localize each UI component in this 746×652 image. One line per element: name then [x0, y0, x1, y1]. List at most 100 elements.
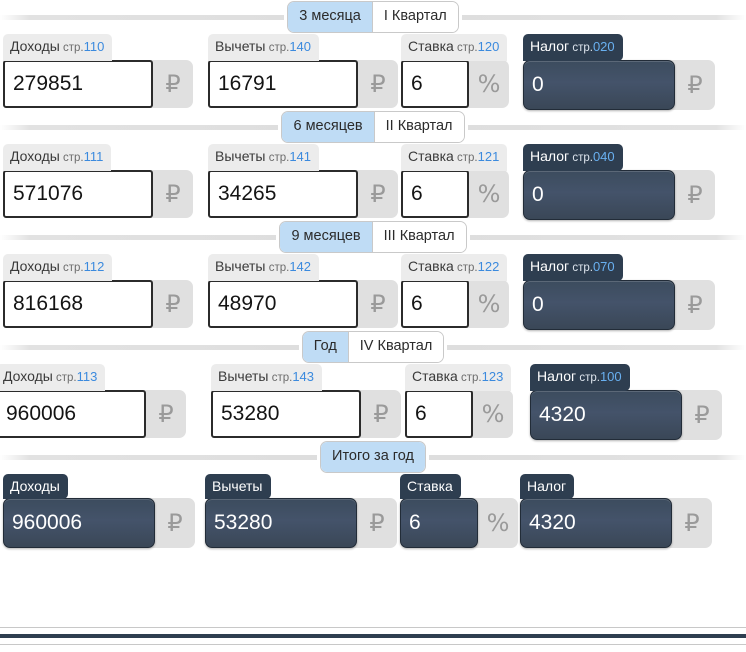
- label-text: Ставка: [408, 258, 454, 274]
- field-deduction-q1: Вычеты стр.140 16791 ₽: [208, 34, 398, 108]
- tab-q4-1[interactable]: IV Квартал: [347, 332, 444, 362]
- tab-q3-0[interactable]: 9 месяцев: [280, 222, 372, 252]
- field-label-tax-q3: Налог стр.070: [523, 254, 623, 281]
- ruble-icon: ₽: [370, 289, 386, 318]
- percent-icon: %: [477, 179, 501, 208]
- field-label-rate-q4: Ставка стр.123: [405, 364, 512, 391]
- page-ref: стр.111: [59, 149, 104, 164]
- section-separator-q1: 3 месяца I Квартал: [0, 0, 746, 34]
- input-rate-q3[interactable]: 6: [401, 279, 469, 328]
- tab-q1-0[interactable]: 3 месяца: [288, 2, 372, 32]
- section-separator-q2: 6 месяцев II Квартал: [0, 110, 746, 144]
- input-group-tax-q4: 4320 ₽: [530, 389, 722, 440]
- label-text: Вычеты: [215, 148, 266, 164]
- label-text: Ставка: [412, 368, 458, 384]
- tab-q3-1[interactable]: III Квартал: [371, 222, 466, 252]
- input-income-q4[interactable]: 960006: [0, 389, 146, 438]
- input-income-q2[interactable]: 571076: [3, 169, 153, 218]
- field-label-income-q2: Доходы стр.111: [3, 144, 112, 171]
- field-rate-q3: Ставка стр.122 6%: [401, 254, 509, 328]
- page-number: 040: [592, 149, 615, 164]
- label-text: Налог: [530, 258, 570, 274]
- page-number: 142: [289, 259, 312, 274]
- page-number: 020: [592, 39, 615, 54]
- percent-icon: %: [486, 509, 510, 537]
- period-tabs-q2: 6 месяцев II Квартал: [281, 111, 465, 143]
- input-rate-q1[interactable]: 6: [401, 59, 469, 108]
- page-ref: стр.141: [265, 149, 312, 164]
- page-number: 070: [592, 259, 615, 274]
- field-rate-q2: Ставка стр.121 6%: [401, 144, 509, 218]
- input-income-q1[interactable]: 279851: [3, 59, 153, 108]
- ruble-icon: ₽: [369, 509, 385, 537]
- field-income-q4: Доходы стр.113 960006 ₽: [0, 364, 186, 438]
- input-group-rate-q1: 6%: [401, 59, 509, 108]
- page-number: 112: [83, 259, 105, 274]
- field-tax-q1: Налог стр.020 0 ₽: [523, 34, 715, 110]
- field-label-rate-q1: Ставка стр.120: [401, 34, 508, 61]
- label-text: Доходы: [10, 258, 60, 274]
- label-text: Доходы: [10, 148, 60, 164]
- page-ref: стр.100: [576, 369, 622, 384]
- input-group-tax-q1: 0 ₽: [523, 59, 715, 110]
- page-number: 140: [289, 39, 312, 54]
- field-income-q3: Доходы стр.112 816168 ₽: [3, 254, 193, 328]
- page-ref: стр.143: [268, 369, 315, 384]
- percent-icon: %: [477, 289, 501, 318]
- tab-q1-1[interactable]: I Квартал: [371, 2, 458, 32]
- input-deduction-q1[interactable]: 16791: [208, 59, 358, 108]
- input-income-q3[interactable]: 816168: [3, 279, 153, 328]
- page-ref: стр.123: [457, 369, 504, 384]
- input-rate-q2[interactable]: 6: [401, 169, 469, 218]
- input-group-rate-q4: 6%: [405, 389, 513, 438]
- input-tax-q2: 0: [523, 169, 675, 220]
- tab-q4-0[interactable]: Год: [302, 332, 348, 362]
- input-group-tax-q3: 0 ₽: [523, 279, 715, 330]
- input-rate-q4[interactable]: 6: [405, 389, 473, 438]
- field-label-deduction-q1: Вычеты стр.140: [208, 34, 320, 61]
- tab-q2-0[interactable]: 6 месяцев: [282, 112, 374, 142]
- label-text: Ставка: [407, 478, 453, 494]
- input-group-rate-total: 6%: [400, 498, 518, 548]
- sections-container: 3 месяца I Квартал Доходы стр.110 279851 ₽ Вы…: [0, 0, 746, 550]
- field-label-deduction-q4: Вычеты стр.143: [211, 364, 323, 391]
- tax-calculator-page: 3 месяца I Квартал Доходы стр.110 279851 ₽ Вы…: [0, 0, 746, 652]
- ruble-icon: ₽: [165, 179, 181, 208]
- input-group-income-q3: 816168 ₽: [3, 279, 193, 328]
- ruble-icon: ₽: [167, 509, 183, 537]
- label-text: Вычеты: [215, 258, 266, 274]
- section-separator-q3: 9 месяцев III Квартал: [0, 220, 746, 254]
- field-label-income-q3: Доходы стр.112: [3, 254, 113, 281]
- field-deduction-q3: Вычеты стр.142 48970 ₽: [208, 254, 398, 328]
- page-number: 143: [292, 369, 315, 384]
- label-text: Налог: [537, 368, 577, 384]
- section-separator-total: Итого за год: [0, 440, 746, 474]
- field-label-deduction-q2: Вычеты стр.141: [208, 144, 320, 171]
- tab-total-0[interactable]: Итого за год: [321, 442, 425, 472]
- period-tabs-q1: 3 месяца I Квартал: [287, 1, 459, 33]
- input-tax-q4: 4320: [530, 389, 682, 440]
- page-ref: стр.120: [453, 39, 500, 54]
- ruble-icon: ₽: [687, 70, 703, 99]
- field-label-rate-q2: Ставка стр.121: [401, 144, 508, 171]
- field-income-q2: Доходы стр.111 571076 ₽: [3, 144, 193, 218]
- field-label-rate-q3: Ставка стр.122: [401, 254, 508, 281]
- field-deduction-q4: Вычеты стр.143 53280 ₽: [211, 364, 401, 438]
- field-income-q1: Доходы стр.110 279851 ₽: [3, 34, 193, 108]
- input-deduction-q3[interactable]: 48970: [208, 279, 358, 328]
- fields-row-q4: Доходы стр.113 960006 ₽ Вычеты стр.143 53280…: [0, 364, 746, 440]
- input-group-rate-q2: 6%: [401, 169, 509, 218]
- field-tax-total: Налог 4320 ₽: [520, 474, 712, 548]
- field-label-tax-q2: Налог стр.040: [523, 144, 623, 171]
- input-group-income-q2: 571076 ₽: [3, 169, 193, 218]
- label-text: Доходы: [10, 38, 60, 54]
- fields-row-total: Доходы 960006 ₽ Вычеты 53280 ₽ Ставка 6% Налог 43…: [0, 474, 746, 550]
- page-number: 111: [83, 149, 104, 164]
- input-deduction-q2[interactable]: 34265: [208, 169, 358, 218]
- page-number: 141: [289, 149, 312, 164]
- input-deduction-q4[interactable]: 53280: [211, 389, 361, 438]
- field-tax-q4: Налог стр.100 4320 ₽: [530, 364, 722, 440]
- tab-q2-1[interactable]: II Квартал: [373, 112, 464, 142]
- input-tax-total: 4320: [520, 498, 672, 548]
- page-number: 120: [477, 39, 500, 54]
